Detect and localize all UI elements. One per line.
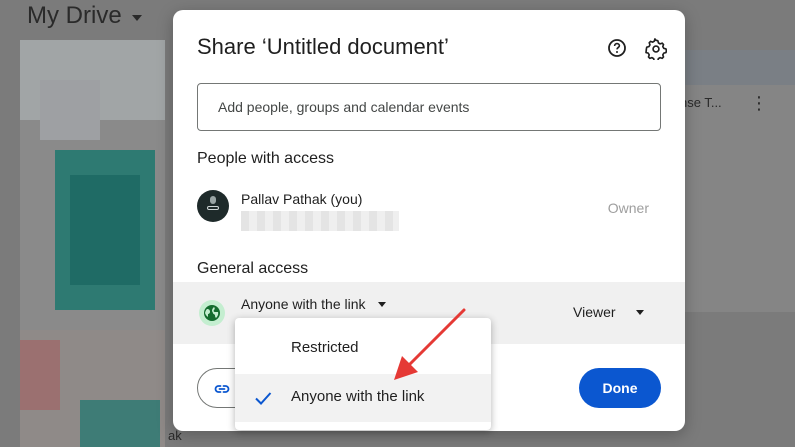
general-access-value: Anyone with the link — [241, 296, 366, 312]
people-with-access-heading: People with access — [197, 150, 334, 167]
person-name: Pallav Pathak (you) — [241, 191, 363, 207]
dialog-title: Share ‘Untitled document’ — [197, 34, 449, 59]
globe-icon — [199, 300, 225, 326]
person-row: Pallav Pathak (you) Owner — [197, 188, 661, 234]
help-icon[interactable] — [607, 38, 627, 58]
person-role: Owner — [607, 200, 649, 216]
general-access-select[interactable]: Anyone with the link — [241, 296, 386, 312]
my-drive-title[interactable]: My Drive — [27, 2, 142, 30]
annotation-arrow-icon — [394, 308, 466, 380]
check-icon — [253, 388, 273, 412]
general-access-heading: General access — [197, 260, 309, 277]
blurred-file-list — [20, 40, 165, 447]
role-value: Viewer — [573, 304, 616, 320]
done-button[interactable]: Done — [579, 368, 661, 408]
avatar — [197, 190, 229, 222]
link-icon — [214, 381, 230, 402]
chevron-down-icon — [635, 309, 644, 315]
more-vert-icon[interactable]: ⋮ — [750, 94, 768, 112]
role-select[interactable]: Viewer — [573, 304, 644, 320]
file-card — [685, 50, 795, 312]
chevron-down-icon — [131, 15, 142, 21]
file-card-title: nse T... — [680, 95, 722, 110]
menu-item-label: Restricted — [291, 339, 359, 356]
menu-item-label: Anyone with the link — [291, 388, 425, 405]
my-drive-label: My Drive — [27, 2, 122, 29]
gear-icon[interactable] — [645, 38, 668, 63]
person-email-redacted — [241, 211, 399, 231]
add-people-input[interactable] — [197, 83, 661, 131]
